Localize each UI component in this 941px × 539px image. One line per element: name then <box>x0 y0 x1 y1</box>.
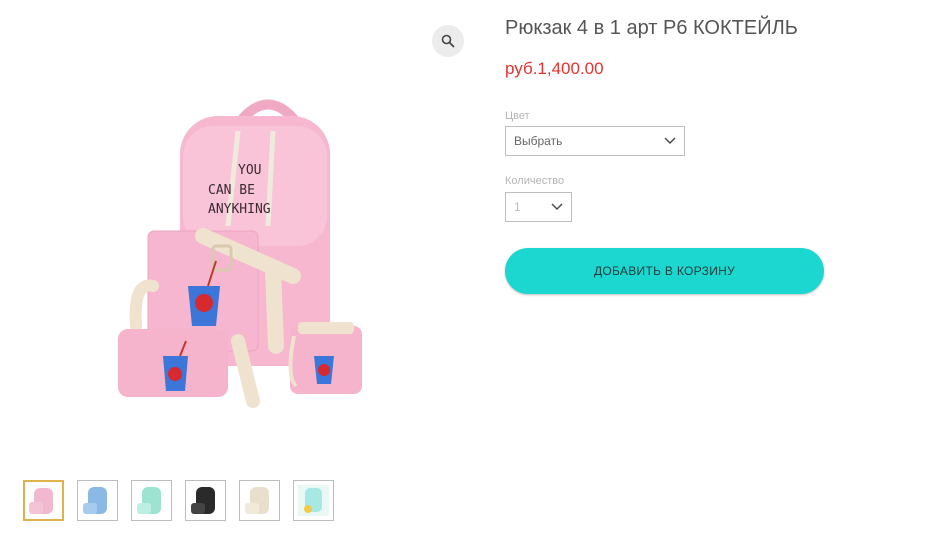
magnifier-icon <box>441 34 455 48</box>
product-title: Рюкзак 4 в 1 арт P6 КОКТЕЙЛЬ <box>505 17 798 39</box>
thumbnail-1[interactable] <box>23 480 64 521</box>
quantity-select[interactable]: 1 <box>505 192 572 222</box>
quantity-value: 1 <box>514 200 521 214</box>
thumbnail-strip <box>23 480 334 521</box>
color-select-value: Выбрать <box>514 134 563 148</box>
zoom-button[interactable] <box>432 25 464 57</box>
product-main-image[interactable]: YOU CAN BE ANYKHING <box>108 86 428 426</box>
thumbnail-2[interactable] <box>77 480 118 521</box>
backpack-print-line-1: YOU <box>238 163 261 178</box>
chevron-down-icon <box>551 203 563 210</box>
product-price: руб.1,400.00 <box>505 59 604 78</box>
color-label: Цвет <box>505 110 530 122</box>
thumbnail-6[interactable] <box>293 480 334 521</box>
chevron-down-icon <box>664 137 676 144</box>
thumbnail-4[interactable] <box>185 480 226 521</box>
thumbnail-3[interactable] <box>131 480 172 521</box>
thumbnail-5[interactable] <box>239 480 280 521</box>
backpack-print-line-2: CAN BE <box>208 183 255 198</box>
product-gallery: YOU CAN BE ANYKHING <box>0 0 480 539</box>
backpack-print-line-3: ANYKHING <box>208 202 271 217</box>
quantity-label: Количество <box>505 175 565 187</box>
color-select[interactable]: Выбрать <box>505 126 685 156</box>
add-to-cart-button[interactable]: ДОБАВИТЬ В КОРЗИНУ <box>505 248 824 294</box>
